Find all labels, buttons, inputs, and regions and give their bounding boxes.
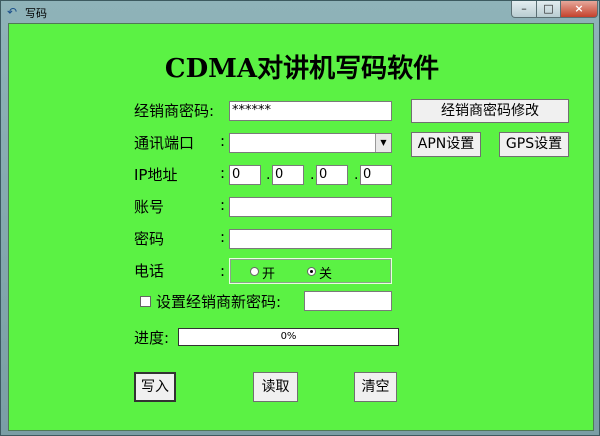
clear-button[interactable]: 清空	[354, 372, 397, 402]
write-button[interactable]: 写入	[134, 372, 176, 402]
client-area: CDMA对讲机写码软件 经销商密码: ****** 经销商密码修改 通讯端口 :…	[8, 23, 594, 431]
dealer-password-field[interactable]: ******	[229, 101, 392, 121]
chevron-down-icon[interactable]: ▼	[375, 134, 391, 152]
read-button[interactable]: 读取	[253, 372, 298, 402]
ip-octet-4[interactable]: 0	[360, 165, 392, 185]
ip-label: IP地址	[134, 166, 178, 184]
progress-text: 0%	[280, 331, 297, 342]
port-colon: :	[220, 132, 226, 150]
phone-on-radio[interactable]	[250, 267, 259, 276]
password-input[interactable]	[229, 229, 392, 249]
new-dealer-password-input[interactable]	[304, 291, 392, 311]
window-title: 写码	[25, 7, 47, 20]
phone-on-label[interactable]: 开	[262, 263, 275, 282]
ip-dot-1: .	[266, 167, 271, 183]
ip-colon: :	[220, 164, 226, 182]
app-title: CDMA对讲机写码软件	[164, 54, 440, 84]
close-button[interactable]: ×	[560, 1, 598, 18]
phone-colon: :	[220, 262, 226, 280]
account-label: 账号	[134, 198, 165, 216]
ip-octet-1[interactable]: 0	[229, 165, 261, 185]
apn-settings-button[interactable]: APN设置	[411, 132, 481, 157]
new-dealer-password-checkbox[interactable]	[140, 296, 151, 307]
ip-octet-2[interactable]: 0	[272, 165, 304, 185]
ip-octet-3[interactable]: 0	[316, 165, 348, 185]
modify-dealer-password-button[interactable]: 经销商密码修改	[411, 99, 569, 123]
minimize-button[interactable]: –	[511, 1, 537, 18]
account-colon: :	[220, 196, 226, 214]
phone-label: 电话	[134, 262, 165, 280]
maximize-icon: □	[543, 2, 554, 15]
progress-bar: 0%	[178, 328, 399, 346]
port-label: 通讯端口	[134, 134, 195, 152]
phone-radio-group: 开 关	[229, 258, 392, 284]
app-window: ↶ 写码 – □ × CDMA对讲机写码软件 经销商密码: ****** 经销商…	[0, 0, 600, 436]
ip-dot-3: .	[354, 167, 359, 183]
password-label: 密码	[134, 230, 165, 248]
password-colon: :	[220, 228, 226, 246]
app-icon: ↶	[7, 5, 18, 19]
phone-off-radio[interactable]	[307, 267, 316, 276]
new-dealer-password-label[interactable]: 设置经销商新密码:	[156, 291, 281, 312]
gps-settings-button[interactable]: GPS设置	[499, 132, 569, 157]
close-icon: ×	[574, 2, 584, 15]
minimize-icon: –	[521, 2, 527, 15]
maximize-button[interactable]: □	[536, 1, 561, 18]
phone-off-label[interactable]: 关	[319, 263, 332, 282]
title-bar[interactable]: ↶ 写码 – □ ×	[1, 1, 599, 23]
ip-dot-2: .	[310, 167, 315, 183]
account-input[interactable]	[229, 197, 392, 217]
port-select[interactable]: ▼	[229, 133, 392, 153]
progress-label: 进度:	[134, 329, 170, 347]
dealer-password-label: 经销商密码:	[134, 102, 215, 120]
